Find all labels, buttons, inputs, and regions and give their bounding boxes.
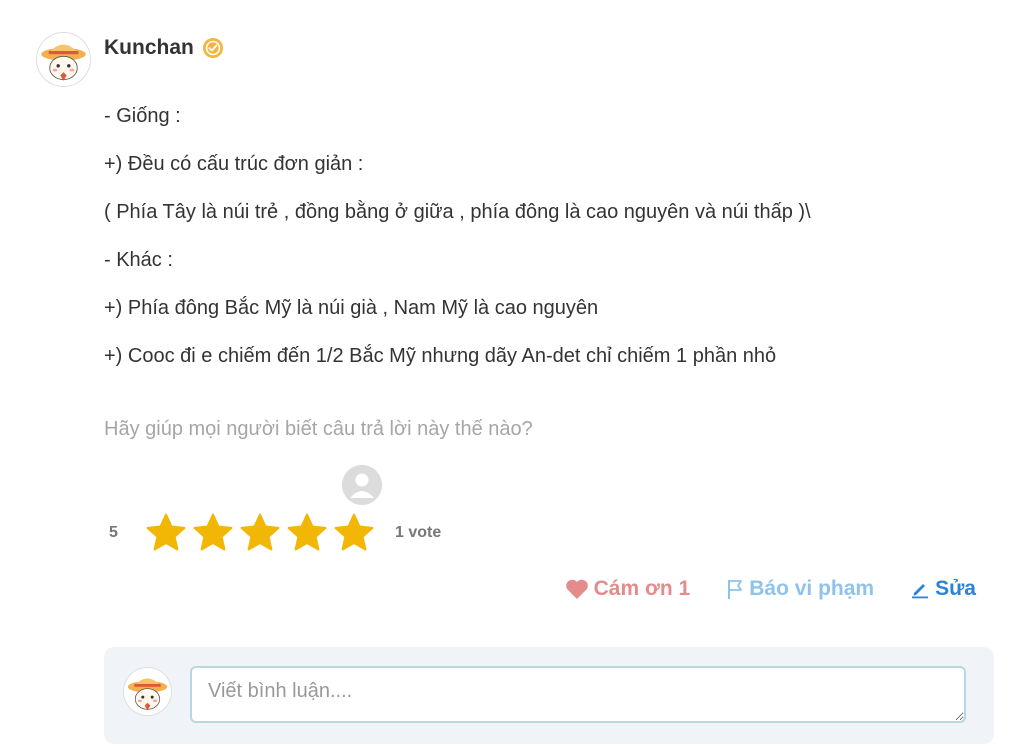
star-icon[interactable] — [192, 512, 234, 554]
voter-avatar[interactable] — [342, 465, 382, 505]
answer-line: - Khác : — [104, 249, 173, 271]
comment-section — [104, 647, 994, 744]
report-button[interactable]: Báo vi phạm — [726, 577, 874, 601]
rating-value: 5 — [109, 524, 118, 541]
verified-badge-icon — [202, 38, 223, 58]
answer-line: ( Phía Tây là núi trẻ , đồng bằng ở giữa… — [104, 201, 811, 223]
star-rating[interactable] — [145, 512, 375, 554]
author-name[interactable]: Kunchan — [104, 36, 194, 60]
report-label: Báo vi phạm — [749, 577, 875, 600]
pencil-icon — [912, 584, 929, 599]
current-user-avatar[interactable] — [124, 668, 171, 715]
author-avatar[interactable] — [37, 33, 90, 86]
answer-line: +) Đều có cấu trúc đơn giản : — [104, 153, 364, 175]
thanks-label: Cám ơn 1 — [593, 577, 691, 600]
flag-icon — [728, 580, 743, 599]
answer-body: - Giống : +) Đều có cấu trúc đơn giản : … — [104, 92, 994, 380]
answer-actions: Cám ơn 1 Báo vi phạm Sửa — [565, 572, 976, 606]
star-icon[interactable] — [145, 512, 187, 554]
star-icon[interactable] — [333, 512, 375, 554]
rating-row: 5 1 vote — [109, 510, 441, 556]
feedback-prompt: Hãy giúp mọi người biết câu trả lời này … — [104, 418, 533, 440]
thanks-button[interactable]: Cám ơn 1 — [565, 577, 691, 601]
answer-line: +) Cooc đi e chiếm đến 1/2 Bắc Mỹ nhưng … — [104, 345, 777, 367]
edit-button[interactable]: Sửa — [910, 577, 976, 601]
author-header: Kunchan — [104, 36, 224, 60]
star-icon[interactable] — [286, 512, 328, 554]
answer-line: +) Phía đông Bắc Mỹ là núi già , Nam Mỹ … — [104, 297, 599, 319]
heart-icon — [565, 579, 588, 599]
answer-line: - Giống : — [104, 105, 181, 127]
star-icon[interactable] — [239, 512, 281, 554]
vote-count[interactable]: 1 vote — [395, 524, 441, 542]
edit-label: Sửa — [935, 577, 976, 600]
user-placeholder-icon — [342, 465, 382, 505]
comment-input[interactable] — [190, 666, 966, 723]
